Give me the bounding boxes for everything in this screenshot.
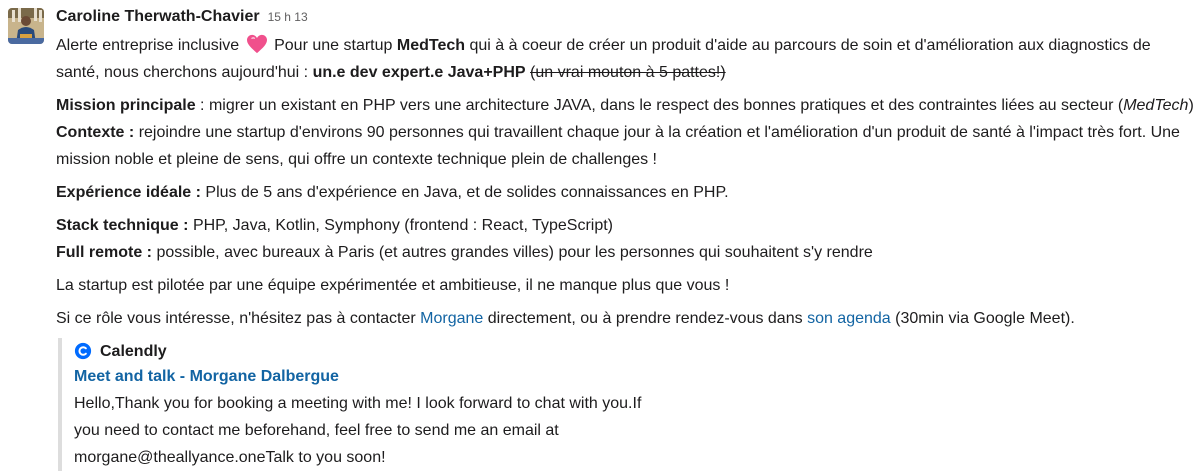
contact-text-2: directement, ou à prendre rendez-vous da…: [487, 310, 803, 327]
stack-text: PHP, Java, Kotlin, Symphony (frontend : …: [192, 217, 613, 234]
calendly-icon: [74, 342, 92, 360]
mission-end: ): [1188, 97, 1194, 114]
avatar[interactable]: [8, 8, 44, 44]
message-content: Caroline Therwath-Chavier 15 h 13 Alerte…: [56, 0, 1194, 471]
contact-line: Si ce rôle vous intéresse, n'hésitez pas…: [56, 305, 1194, 332]
morgane-mention-link[interactable]: Morgane: [420, 310, 483, 327]
stack-line: Stack technique : PHP, Java, Kotlin, Sym…: [56, 212, 1194, 239]
closing-line: La startup est pilotée par une équipe ex…: [56, 277, 730, 294]
mission-italic: MedTech: [1123, 97, 1189, 114]
role-title: un.e dev expert.e Java+PHP: [312, 64, 526, 81]
intro-text-1: Alerte entreprise inclusive: [56, 37, 240, 54]
unfurl-description: Hello,Thank you for booking a meeting wi…: [74, 390, 774, 471]
avatar-image: [8, 8, 44, 44]
context-line: Contexte : rejoindre une startup d'envir…: [56, 119, 1194, 173]
message-header: Caroline Therwath-Chavier 15 h 13: [56, 0, 1194, 32]
message-timestamp[interactable]: 15 h 13: [268, 10, 308, 24]
stack-label: Stack technique :: [56, 217, 189, 234]
experience-line: Expérience idéale : Plus de 5 ans d'expé…: [56, 179, 1194, 206]
company-name: MedTech: [396, 37, 466, 54]
heart-emoji-icon: [246, 34, 267, 54]
contact-text-1: Si ce rôle vous intéresse, n'hésitez pas…: [56, 310, 416, 327]
intro-text-2: Pour une startup: [274, 37, 393, 54]
experience-text: Plus de 5 ans d'expérience en Java, et d…: [205, 184, 729, 201]
mission-text: : migrer un existant en PHP vers une arc…: [200, 97, 1124, 114]
agenda-link[interactable]: son agenda: [807, 310, 891, 327]
strikethrough-text: (un vrai mouton à 5 pattes!): [530, 64, 726, 81]
intro-paragraph: Alerte entreprise inclusive Pour une sta…: [56, 32, 1194, 86]
message-body: Alerte entreprise inclusive Pour une sta…: [56, 32, 1194, 471]
unfurl-desc-line-2: you need to contact me beforehand, feel …: [74, 422, 559, 439]
link-unfurl: Calendly Meet and talk - Morgane Dalberg…: [58, 338, 774, 471]
author-name[interactable]: Caroline Therwath-Chavier: [56, 8, 260, 26]
mission-label: Mission principale: [56, 97, 196, 114]
context-label: Contexte :: [56, 124, 135, 141]
contact-text-3: (30min via Google Meet).: [895, 310, 1075, 327]
remote-label: Full remote :: [56, 244, 153, 261]
unfurl-desc-line-3: morgane@theallyance.oneTalk to you soon!: [74, 449, 386, 466]
context-text: rejoindre une startup d'environs 90 pers…: [56, 124, 1180, 168]
unfurl-title-link[interactable]: Meet and talk - Morgane Dalbergue: [74, 364, 774, 390]
experience-label: Expérience idéale :: [56, 184, 201, 201]
unfurl-desc-line-1: Hello,Thank you for booking a meeting wi…: [74, 395, 642, 412]
mission-line: Mission principale : migrer un existant …: [56, 92, 1194, 119]
unfurl-service: Calendly: [74, 338, 774, 364]
remote-text: possible, avec bureaux à Paris (et autre…: [156, 244, 873, 261]
chat-message: Caroline Therwath-Chavier 15 h 13 Alerte…: [0, 0, 1200, 471]
unfurl-service-name: Calendly: [100, 342, 167, 360]
remote-line: Full remote : possible, avec bureaux à P…: [56, 239, 1194, 266]
